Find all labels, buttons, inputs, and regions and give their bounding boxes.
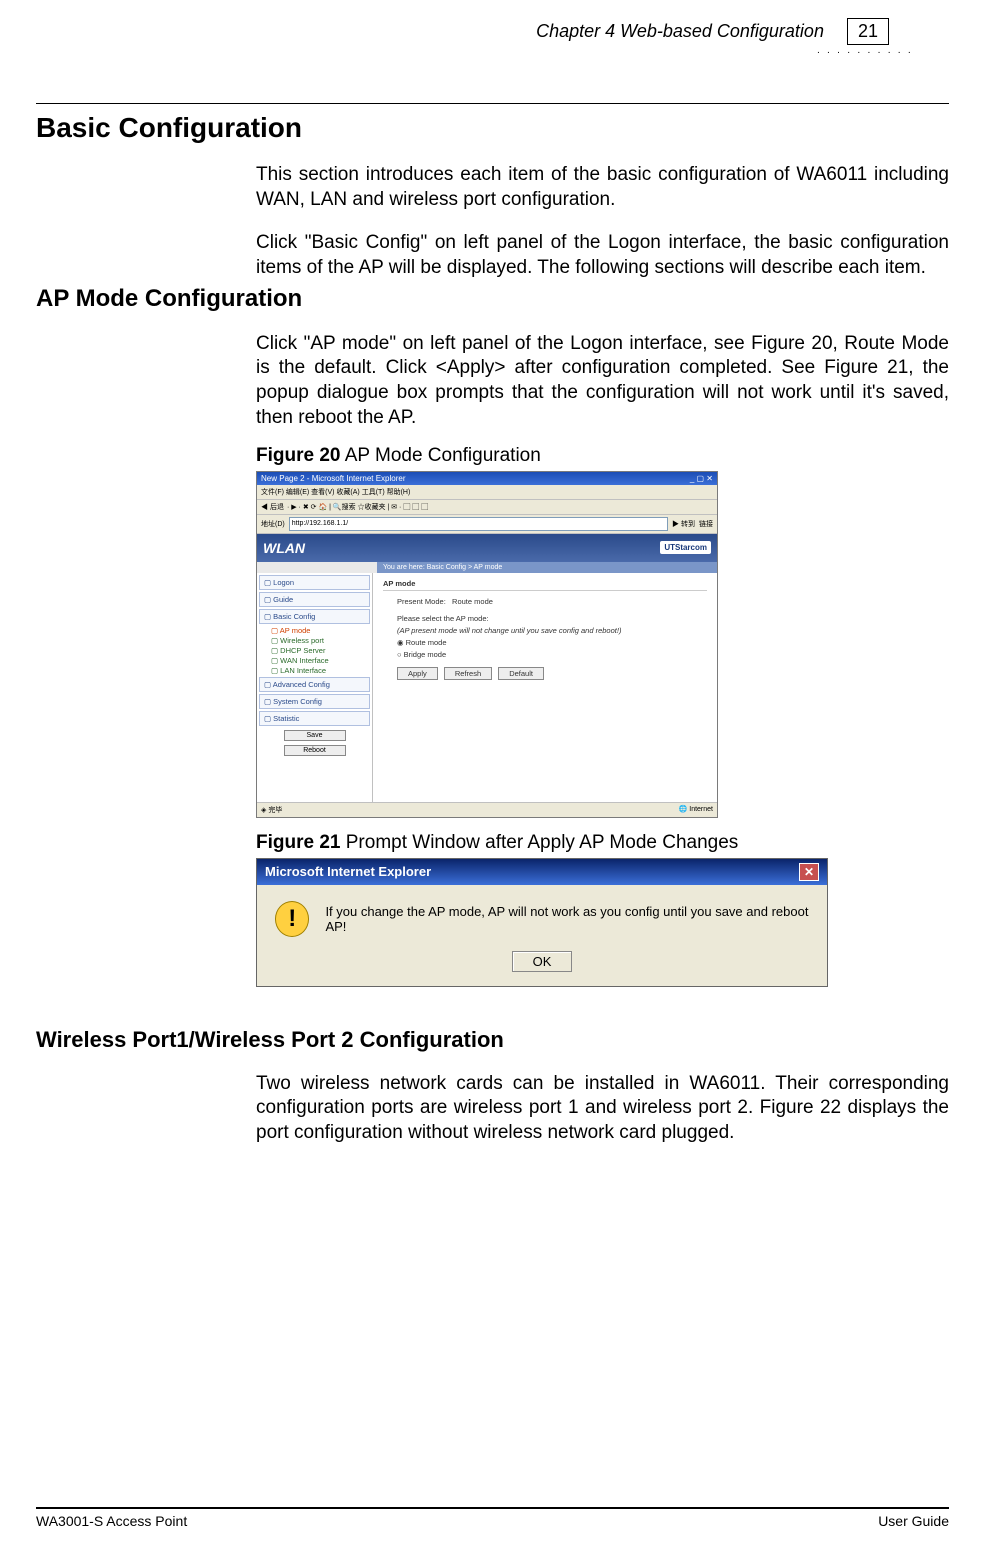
nav-logon[interactable]: ▢ Logon: [259, 575, 370, 590]
nav-wireless-port[interactable]: ▢ Wireless port: [257, 636, 372, 645]
status-done: ◈ 完毕: [261, 805, 282, 815]
para-basic-1: This section introduces each item of the…: [256, 163, 949, 212]
address-input[interactable]: [289, 517, 668, 531]
nav-guide[interactable]: ▢ Guide: [259, 592, 370, 607]
figure-20-caption: Figure 20 AP Mode Configuration: [256, 445, 949, 467]
close-icon[interactable]: ✕: [799, 863, 819, 881]
heading-basic-configuration: Basic Configuration: [36, 112, 949, 144]
nav-wan-interface[interactable]: ▢ WAN Interface: [257, 656, 372, 665]
ie-statusbar: ◈ 完毕 🌐 Internet: [257, 802, 717, 817]
page-number: 21: [847, 18, 889, 45]
para-apmode-1: Click "AP mode" on left panel of the Log…: [256, 332, 949, 431]
breadcrumb: You are here: Basic Config > AP mode: [377, 562, 717, 573]
page-header: Chapter 4 Web-based Configuration 21: [36, 18, 949, 45]
para-wireless-1: Two wireless network cards can be instal…: [256, 1072, 949, 1146]
dialog-titlebar: Microsoft Internet Explorer ✕: [257, 859, 827, 885]
figure-20-caption-text: AP Mode Configuration: [340, 445, 540, 466]
default-button[interactable]: Default: [498, 667, 544, 680]
para-basic-2: Click "Basic Config" on left panel of th…: [256, 231, 949, 280]
header-decoration: · · · · · · · · · ·: [36, 47, 949, 58]
ie-toolbar: ◀ 后退 · ▶ · ✖ ⟳ 🏠 | 🔍搜索 ☆收藏夹 | ✉ · ▢ ▢ ▢: [257, 500, 717, 515]
ie-window-title: New Page 2 - Microsoft Internet Explorer: [261, 474, 406, 483]
nav-system-config[interactable]: ▢ System Config: [259, 694, 370, 709]
ie-menubar: 文件(F) 编辑(E) 查看(V) 收藏(A) 工具(T) 帮助(H): [257, 485, 717, 500]
apply-button[interactable]: Apply: [397, 667, 438, 680]
warning-icon: !: [275, 901, 309, 937]
figure-21-caption: Figure 21 Prompt Window after Apply AP M…: [256, 832, 949, 854]
figure-20-label: Figure 20: [256, 445, 340, 466]
figure-20: New Page 2 - Microsoft Internet Explorer…: [256, 471, 949, 818]
dialog-title-text: Microsoft Internet Explorer: [265, 864, 431, 879]
address-label: 地址(D): [261, 519, 285, 529]
go-button[interactable]: ▶ 转到: [672, 519, 695, 529]
footer-left: WA3001-S Access Point: [36, 1513, 187, 1529]
wlan-brand-text: WLAN: [263, 540, 305, 556]
wlan-banner: WLAN UTStarcom: [257, 534, 717, 562]
ie-window-controls: _ ▢ ✕: [690, 474, 713, 483]
ie-titlebar: New Page 2 - Microsoft Internet Explorer…: [257, 472, 717, 485]
back-icon[interactable]: ◀ 后退: [261, 502, 284, 512]
ie-addressbar: 地址(D) ▶ 转到 链接: [257, 515, 717, 534]
section-rule: [36, 103, 949, 104]
nav-dhcp-server[interactable]: ▢ DHCP Server: [257, 646, 372, 655]
main-panel: AP mode Present Mode: Route mode Please …: [373, 573, 717, 813]
ok-button[interactable]: OK: [512, 951, 573, 972]
select-mode-label: Please select the AP mode:: [397, 614, 707, 623]
heading-ap-mode: AP Mode Configuration: [36, 285, 949, 313]
save-button[interactable]: Save: [284, 730, 346, 741]
nav-lan-interface[interactable]: ▢ LAN Interface: [257, 666, 372, 675]
left-nav: ▢ Logon ▢ Guide ▢ Basic Config ▢ AP mode…: [257, 573, 373, 813]
utstarcom-logo: UTStarcom: [660, 541, 711, 554]
figure-21: Microsoft Internet Explorer ✕ ! If you c…: [256, 858, 949, 987]
dialog-message: If you change the AP mode, AP will not w…: [325, 904, 809, 934]
nav-basic-config[interactable]: ▢ Basic Config: [259, 609, 370, 624]
figure-21-caption-text: Prompt Window after Apply AP Mode Change…: [340, 832, 738, 853]
links-label: 链接: [699, 519, 713, 529]
present-mode-label: Present Mode:: [397, 597, 446, 606]
heading-wireless-port: Wireless Port1/Wireless Port 2 Configura…: [36, 1027, 949, 1053]
panel-title: AP mode: [383, 579, 707, 591]
footer-right: User Guide: [878, 1513, 949, 1529]
nav-advanced-config[interactable]: ▢ Advanced Config: [259, 677, 370, 692]
reboot-button[interactable]: Reboot: [284, 745, 346, 756]
chapter-title: Chapter 4 Web-based Configuration: [536, 21, 824, 41]
nav-statistic[interactable]: ▢ Statistic: [259, 711, 370, 726]
refresh-button[interactable]: Refresh: [444, 667, 492, 680]
status-internet: 🌐 Internet: [679, 805, 713, 815]
page-footer: WA3001-S Access Point User Guide: [36, 1507, 949, 1529]
radio-bridge-mode[interactable]: ○ Bridge mode: [397, 650, 707, 659]
radio-route-mode[interactable]: ◉ Route mode: [397, 638, 707, 647]
present-mode-value: Route mode: [452, 597, 493, 606]
nav-ap-mode[interactable]: ▢ AP mode: [257, 626, 372, 635]
select-mode-note: (AP present mode will not change until y…: [397, 626, 707, 635]
figure-21-label: Figure 21: [256, 832, 340, 853]
